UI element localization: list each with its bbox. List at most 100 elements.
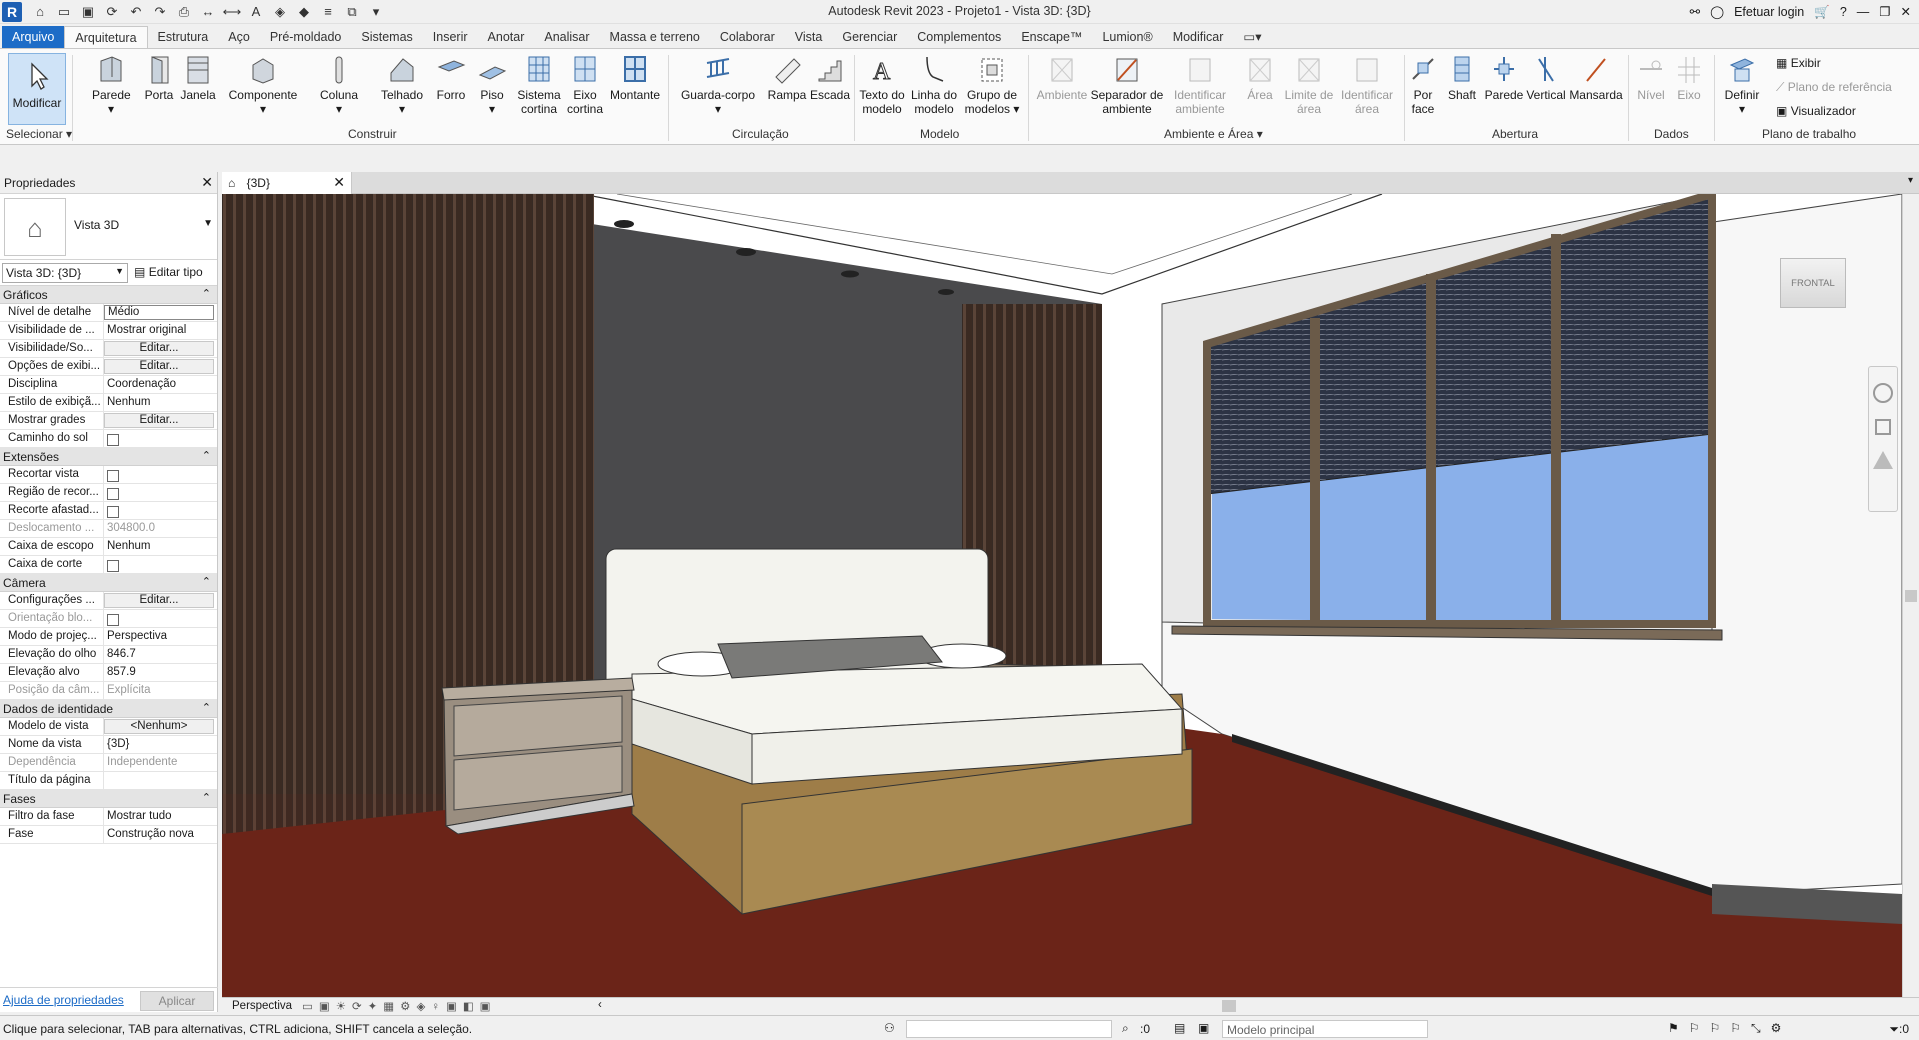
property-group-header[interactable]: Fases ⌃ <box>0 790 217 808</box>
property-value[interactable]: Perspectiva <box>104 628 217 645</box>
dormer-tool[interactable]: Mansarda <box>1568 53 1624 102</box>
property-checkbox[interactable] <box>107 488 119 500</box>
tab-vista[interactable]: Vista <box>785 26 833 48</box>
level-tool[interactable]: Nível <box>1632 53 1670 102</box>
collapse-icon[interactable]: ⌃ <box>202 701 211 714</box>
projection-mode[interactable]: Perspectiva <box>232 1000 292 1012</box>
property-value[interactable]: {3D} <box>104 736 217 753</box>
select-panel-label[interactable]: Selecionar ▾ <box>6 127 72 141</box>
property-edit-button[interactable]: Editar... <box>104 359 214 374</box>
close-tab-icon[interactable]: ✕ <box>333 174 345 191</box>
properties-help-link[interactable]: Ajuda de propriedades <box>3 993 124 1007</box>
selection-settings-icons[interactable]: ⚑⚐⚐⚐⤡⚙ <box>1668 1021 1791 1036</box>
component-tool[interactable]: Componente ▾ <box>226 53 300 116</box>
door-tool[interactable]: Porta <box>142 53 176 102</box>
close-icon[interactable]: ✕ <box>201 174 213 191</box>
tab-arquitetura[interactable]: Arquitetura <box>64 26 148 48</box>
property-edit-button[interactable]: Editar... <box>104 341 214 356</box>
window-tool[interactable]: Janela <box>180 53 216 102</box>
tab-colaborar[interactable]: Colaborar <box>710 26 785 48</box>
property-checkbox[interactable] <box>107 434 119 446</box>
set-workplane-tool[interactable]: Definir ▾ <box>1718 53 1766 116</box>
view-tab-3d[interactable]: ⌂ {3D} ✕ <box>222 172 352 194</box>
tab-estrutura[interactable]: Estrutura <box>148 26 219 48</box>
column-tool[interactable]: Coluna ▾ <box>314 53 364 116</box>
by-face-tool[interactable]: Por face <box>1406 53 1440 116</box>
property-value[interactable]: Nenhum <box>104 394 217 411</box>
property-edit-button[interactable]: <Nenhum> <box>104 719 214 734</box>
login-link[interactable]: Efetuar login <box>1734 2 1804 22</box>
tag-room-tool[interactable]: Identificar ambiente <box>1168 53 1232 116</box>
minimize-icon[interactable]: — <box>1857 2 1870 22</box>
tab-enscape[interactable]: Enscape™ <box>1011 26 1092 48</box>
close-icon[interactable]: ✕ <box>1901 2 1911 22</box>
area-boundary-tool[interactable]: Limite de área <box>1284 53 1334 116</box>
property-checkbox[interactable] <box>107 560 119 572</box>
help-icon[interactable]: ? <box>1840 2 1847 22</box>
worksets-icon[interactable]: ⚇ <box>884 1021 895 1035</box>
tab-arquivo[interactable]: Arquivo <box>2 26 65 48</box>
walk-icon[interactable] <box>1873 451 1893 469</box>
ref-plane-tool[interactable]: ⟋ Plano de referência <box>1776 79 1892 95</box>
mullion-tool[interactable]: Montante <box>608 53 662 102</box>
railing-tool[interactable]: Guarda-corpo ▾ <box>678 53 758 116</box>
3d-viewport[interactable]: FRONTAL <box>222 194 1902 997</box>
property-checkbox[interactable] <box>107 470 119 482</box>
tab-aco[interactable]: Aço <box>218 26 260 48</box>
room-tool[interactable]: Ambiente <box>1032 53 1092 102</box>
user-icon[interactable]: ◯ <box>1710 2 1724 22</box>
property-value[interactable]: Construção nova <box>104 826 217 843</box>
property-group-header[interactable]: Câmera ⌃ <box>0 574 217 592</box>
collapse-icon[interactable]: ⌃ <box>202 287 211 300</box>
collapse-icon[interactable]: ⌃ <box>202 449 211 462</box>
view-control-icons[interactable]: ▭▣☀⟳✦▦⚙◈♀▣◧▣ <box>302 999 497 1013</box>
property-value[interactable]: Mostrar tudo <box>104 808 217 825</box>
modify-button[interactable]: Modificar <box>8 53 66 125</box>
binoculars-icon[interactable]: ⚯ <box>1690 2 1700 22</box>
vertical-scrollbar[interactable] <box>1902 194 1919 997</box>
ceiling-tool[interactable]: Forro <box>434 53 468 102</box>
design-options-icon[interactable]: ▤ <box>1174 1021 1185 1035</box>
grid-tool[interactable]: Eixo <box>1670 53 1708 102</box>
model-text-tool[interactable]: A Texto do modelo <box>858 53 906 117</box>
property-value-input[interactable]: Médio <box>104 305 214 320</box>
property-group-header[interactable]: Extensões ⌃ <box>0 448 217 466</box>
model-line-tool[interactable]: Linha do modelo <box>910 53 958 116</box>
stair-tool[interactable]: Escada <box>810 53 850 102</box>
property-value[interactable]: Mostrar original <box>104 322 217 339</box>
property-value[interactable]: Nenhum <box>104 538 217 555</box>
wall-opening-tool[interactable]: Parede <box>1482 53 1526 102</box>
tab-modificar[interactable]: Modificar <box>1163 26 1234 48</box>
scroll-left-icon[interactable]: ‹ <box>598 999 602 1011</box>
restore-icon[interactable]: ❐ <box>1879 2 1890 22</box>
steering-wheel-icon[interactable] <box>1873 383 1893 403</box>
apply-button[interactable]: Aplicar <box>140 991 214 1011</box>
tag-area-tool[interactable]: Identificar área <box>1336 53 1398 116</box>
horizontal-scroll-thumb[interactable] <box>1222 1000 1236 1012</box>
property-value[interactable]: 846.7 <box>104 646 217 663</box>
tab-anotar[interactable]: Anotar <box>478 26 535 48</box>
tab-complementos[interactable]: Complementos <box>907 26 1011 48</box>
ramp-tool[interactable]: Rampa <box>766 53 808 102</box>
tab-pre-moldado[interactable]: Pré-moldado <box>260 26 352 48</box>
property-group-header[interactable]: Gráficos ⌃ <box>0 286 217 304</box>
property-group-header[interactable]: Dados de identidade ⌃ <box>0 700 217 718</box>
show-workplane-tool[interactable]: ▦ Exibir <box>1776 55 1821 71</box>
curtain-grid-tool[interactable]: Eixo cortina <box>564 53 606 116</box>
floor-tool[interactable]: Piso ▾ <box>476 53 508 116</box>
tab-analisar[interactable]: Analisar <box>534 26 599 48</box>
curtain-system-tool[interactable]: Sistema cortina <box>514 53 564 116</box>
tab-massa[interactable]: Massa e terreno <box>600 26 710 48</box>
shaft-tool[interactable]: Shaft <box>1444 53 1480 102</box>
property-edit-button[interactable]: Editar... <box>104 413 214 428</box>
vertical-opening-tool[interactable]: Vertical <box>1526 53 1566 102</box>
cart-icon[interactable]: 🛒 <box>1814 2 1830 22</box>
workset-dropdown[interactable] <box>906 1020 1112 1038</box>
zoom-icon[interactable] <box>1875 419 1891 435</box>
chevron-down-icon[interactable]: ▼ <box>203 218 213 229</box>
view-cube[interactable]: FRONTAL <box>1780 258 1846 308</box>
tab-gerenciar[interactable]: Gerenciar <box>832 26 907 48</box>
design-option-dropdown[interactable]: Modelo principal <box>1222 1020 1428 1038</box>
scroll-thumb[interactable] <box>1905 590 1917 602</box>
type-selector[interactable]: ⌂ Vista 3D ▼ <box>0 194 217 260</box>
